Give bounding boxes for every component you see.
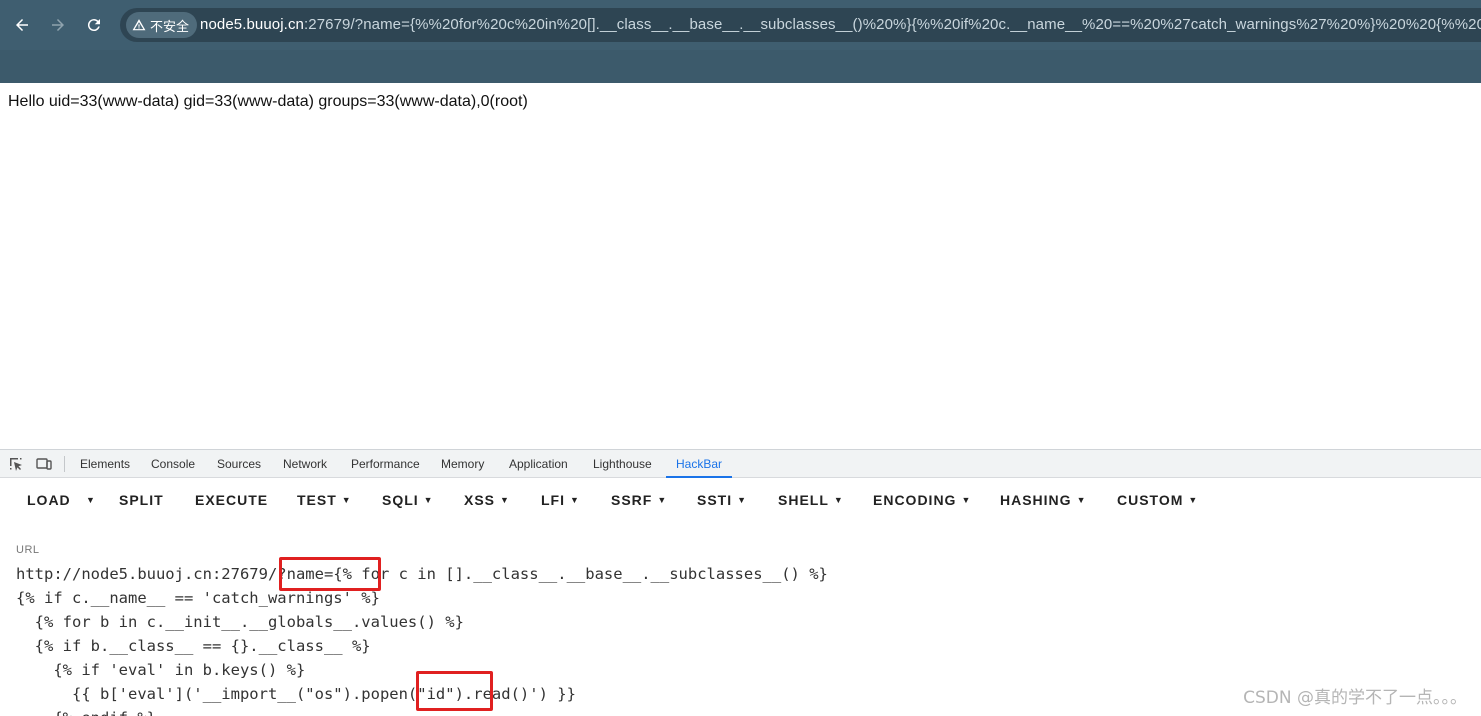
- arrow-right-icon: [52, 19, 64, 31]
- security-label: 不安全: [150, 18, 190, 34]
- tab-application[interactable]: Application: [509, 450, 568, 478]
- encoding-label: ENCODING: [873, 492, 957, 508]
- url-line: {% for b in c.__init__.__globals__.value…: [16, 613, 464, 631]
- ssti-menu-button[interactable]: SSTI ▼: [697, 492, 747, 508]
- reload-button[interactable]: [79, 10, 109, 40]
- tab-hackbar[interactable]: HackBar: [666, 450, 733, 478]
- custom-label: CUSTOM: [1117, 492, 1184, 508]
- tab-separator: [64, 456, 65, 472]
- inspect-element-icon[interactable]: [8, 456, 24, 472]
- caret-down-icon: ▼: [570, 495, 580, 505]
- url-text: node5.buuoj.cn:27679/?name={%%20for%20c%…: [200, 16, 1481, 33]
- url-path: :27679/?name={%%20for%20c%20in%20[].__cl…: [304, 16, 1481, 33]
- tab-network[interactable]: Network: [283, 450, 327, 478]
- tab-lighthouse[interactable]: Lighthouse: [593, 450, 652, 478]
- hashing-menu-button[interactable]: HASHING ▼: [1000, 492, 1086, 508]
- execute-button[interactable]: EXECUTE: [195, 492, 268, 508]
- tab-performance[interactable]: Performance: [351, 450, 420, 478]
- hashing-label: HASHING: [1000, 492, 1072, 508]
- shell-menu-button[interactable]: SHELL ▼: [778, 492, 844, 508]
- highlight-box-name-param: [279, 557, 381, 591]
- caret-down-icon: ▼: [961, 495, 972, 505]
- browser-toolbar: 不安全 node5.buuoj.cn:27679/?name={%%20for%…: [0, 0, 1481, 50]
- split-label: SPLIT: [119, 492, 164, 508]
- security-chip[interactable]: 不安全: [126, 12, 198, 38]
- url-host: node5.buuoj.cn: [200, 16, 304, 33]
- arrow-left-icon: [16, 19, 28, 31]
- browser-chrome: 不安全 node5.buuoj.cn:27679/?name={%%20for%…: [0, 0, 1481, 83]
- ssti-label: SSTI: [697, 492, 733, 508]
- url-line: {% if b.__class__ == {}.__class__ %}: [16, 637, 371, 655]
- xss-label: XSS: [464, 492, 496, 508]
- load-button[interactable]: LOAD: [27, 492, 71, 508]
- url-line: {% if c.__name__ == 'catch_warnings' %}: [16, 589, 380, 607]
- tab-sources[interactable]: Sources: [217, 450, 261, 478]
- xss-menu-button[interactable]: XSS ▼: [464, 492, 510, 508]
- test-menu-button[interactable]: TEST ▼: [297, 492, 352, 508]
- address-bar[interactable]: 不安全 node5.buuoj.cn:27679/?name={%%20for%…: [120, 8, 1481, 42]
- warning-triangle-icon: [132, 19, 146, 31]
- ssrf-label: SSRF: [611, 492, 653, 508]
- url-line: http://node5.buuoj.cn:27679/?name={% for…: [16, 565, 828, 583]
- caret-down-icon: ▼: [737, 495, 748, 505]
- test-label: TEST: [297, 492, 337, 508]
- tab-memory[interactable]: Memory: [441, 450, 484, 478]
- execute-label: EXECUTE: [195, 492, 269, 508]
- hackbar-toolbar: LOAD ▼ SPLIT EXECUTE TEST ▼ SQLI ▼ XSS ▼ LF…: [0, 486, 1481, 516]
- page-output-text: Hello uid=33(www-data) gid=33(www-data) …: [8, 93, 528, 110]
- ssrf-menu-button[interactable]: SSRF ▼: [611, 492, 667, 508]
- device-toggle-icon[interactable]: [36, 456, 52, 472]
- caret-down-icon: ▼: [1076, 495, 1087, 505]
- sqli-menu-button[interactable]: SQLI ▼: [382, 492, 434, 508]
- caret-down-icon: ▼: [341, 495, 352, 505]
- load-label: LOAD: [27, 492, 71, 508]
- lfi-menu-button[interactable]: LFI ▼: [541, 492, 580, 508]
- caret-down-icon: ▼: [833, 495, 844, 505]
- load-dropdown-icon[interactable]: ▼: [86, 495, 95, 505]
- url-field-label: URL: [16, 544, 40, 556]
- tab-elements[interactable]: Elements: [80, 450, 130, 478]
- split-button[interactable]: SPLIT: [119, 492, 164, 508]
- caret-down-icon: ▼: [657, 495, 668, 505]
- watermark-text: CSDN @真的学不了一点。。。: [1243, 688, 1467, 708]
- devtools-tab-bar: Elements Console Sources Network Perform…: [0, 450, 1481, 478]
- caret-down-icon: ▼: [423, 495, 434, 505]
- tab-console[interactable]: Console: [151, 450, 195, 478]
- caret-down-icon: ▼: [500, 495, 510, 505]
- reload-icon: [87, 19, 100, 32]
- sqli-label: SQLI: [382, 492, 419, 508]
- highlight-box-id-command: [416, 671, 493, 711]
- lfi-label: LFI: [541, 492, 565, 508]
- shell-label: SHELL: [778, 492, 829, 508]
- encoding-menu-button[interactable]: ENCODING ▼: [873, 492, 971, 508]
- devtools-panel: Elements Console Sources Network Perform…: [0, 449, 1481, 716]
- back-button[interactable]: [7, 10, 37, 40]
- forward-button[interactable]: [43, 10, 73, 40]
- custom-menu-button[interactable]: CUSTOM ▼: [1117, 492, 1198, 508]
- browser-strip: [0, 50, 1481, 83]
- caret-down-icon: ▼: [1188, 495, 1199, 505]
